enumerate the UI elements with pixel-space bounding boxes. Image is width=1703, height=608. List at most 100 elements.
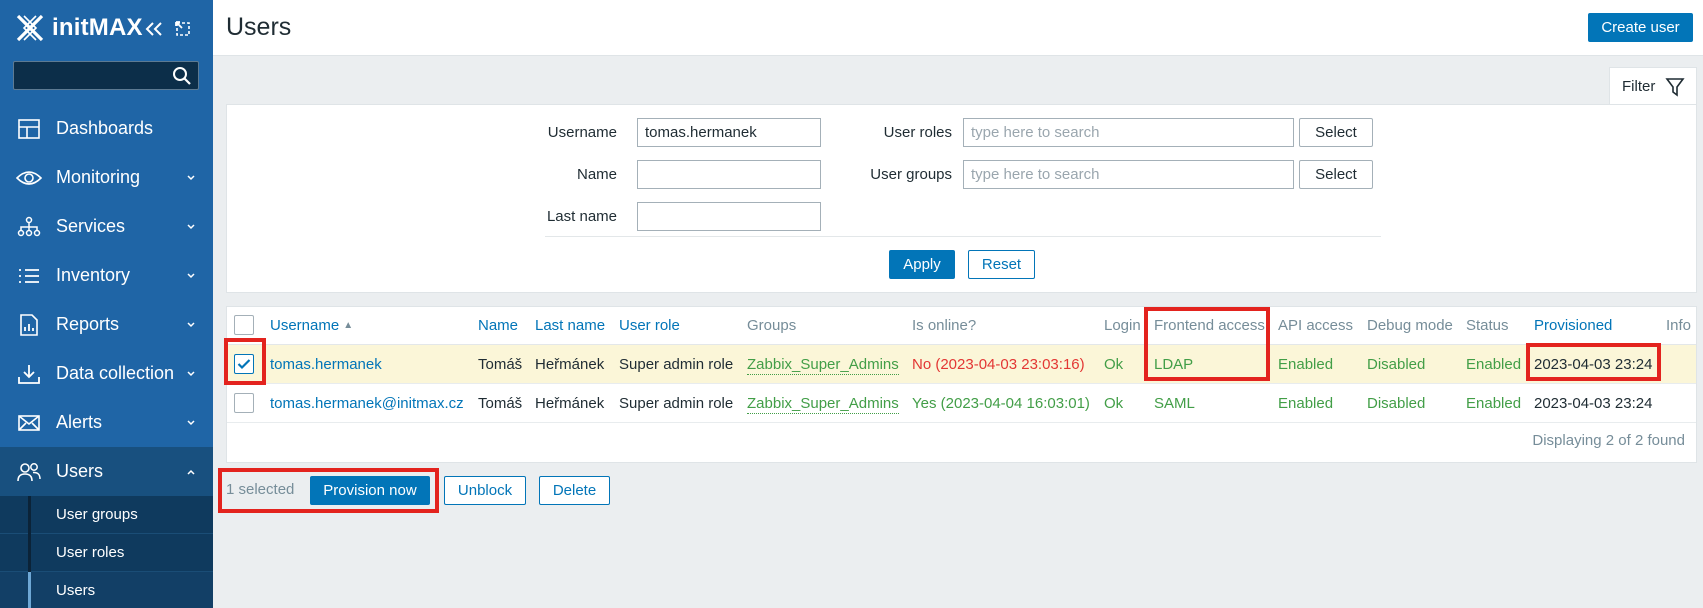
envelope-icon bbox=[15, 409, 43, 437]
status-link[interactable]: Enabled bbox=[1466, 384, 1521, 422]
table-row: tomas.hermanek Tomáš Heřmánek Super admi… bbox=[227, 345, 1696, 384]
name-cell: Tomáš bbox=[478, 394, 523, 412]
subnav-item-users[interactable]: Users bbox=[0, 572, 213, 608]
initmax-logo-icon[interactable] bbox=[14, 12, 46, 44]
download-icon bbox=[15, 360, 43, 388]
column-header-groups: Groups bbox=[747, 317, 797, 334]
result-count: Displaying 2 of 2 found bbox=[1532, 432, 1685, 449]
name-label: Name bbox=[576, 166, 617, 183]
row-checkbox[interactable] bbox=[234, 393, 254, 413]
status-link[interactable]: Enabled bbox=[1466, 345, 1521, 383]
sidebar-search-input[interactable] bbox=[13, 61, 199, 90]
api-access-link[interactable]: Enabled bbox=[1278, 345, 1333, 383]
user-groups-search-input[interactable]: type here to search bbox=[963, 160, 1294, 189]
column-label: Username bbox=[270, 317, 340, 334]
checkmark-icon bbox=[237, 359, 251, 370]
username-link[interactable]: tomas.hermanek@initmax.cz bbox=[270, 384, 464, 422]
subnav-label: User roles bbox=[56, 544, 125, 561]
table-row: tomas.hermanek@initmax.cz Tomáš Heřmánek… bbox=[227, 384, 1696, 423]
filter-tab-label: Filter bbox=[1622, 78, 1656, 95]
subnav-item-user-groups[interactable]: User groups bbox=[0, 496, 213, 534]
selected-count: 1 selected bbox=[226, 481, 295, 498]
column-header-name[interactable]: Name bbox=[478, 307, 518, 344]
user-roles-label: User roles bbox=[883, 124, 952, 141]
column-header-last-name[interactable]: Last name bbox=[535, 307, 605, 344]
delete-button[interactable]: Delete bbox=[539, 476, 610, 505]
chevron-down-icon bbox=[185, 318, 197, 330]
provision-now-button[interactable]: Provision now bbox=[310, 476, 430, 505]
group-link[interactable]: Zabbix_Super_Admins bbox=[747, 355, 899, 375]
apply-button[interactable]: Apply bbox=[889, 250, 955, 279]
subnav-indent-bar bbox=[28, 534, 31, 572]
filter-tab[interactable]: Filter bbox=[1609, 67, 1697, 105]
provisioned-cell: 2023-04-03 23:24 bbox=[1534, 355, 1653, 373]
create-user-button[interactable]: Create user bbox=[1588, 13, 1693, 42]
chevron-down-icon bbox=[185, 171, 197, 183]
nav-item-alerts[interactable]: Alerts bbox=[0, 398, 213, 447]
username-link[interactable]: tomas.hermanek bbox=[270, 345, 382, 383]
nav-label: Data collection bbox=[56, 363, 175, 383]
filter-divider bbox=[545, 236, 1381, 237]
user-role-cell: Super admin role bbox=[619, 394, 734, 412]
login-status-cell: Ok bbox=[1104, 394, 1124, 412]
nav-label: Inventory bbox=[56, 265, 131, 285]
collapse-sidebar-icon[interactable] bbox=[143, 18, 165, 40]
login-status-cell: Ok bbox=[1104, 355, 1124, 373]
nav-item-data-collection[interactable]: Data collection bbox=[0, 349, 213, 398]
user-role-cell: Super admin role bbox=[619, 355, 734, 373]
column-header-user-role[interactable]: User role bbox=[619, 307, 680, 344]
column-header-api-access: API access bbox=[1278, 317, 1354, 334]
nav-label: Services bbox=[56, 216, 126, 236]
nav-item-users[interactable]: Users bbox=[0, 447, 213, 496]
dashboard-icon bbox=[15, 115, 43, 143]
users-subnav: User groups User roles Users bbox=[0, 496, 213, 608]
username-filter-input[interactable]: tomas.hermanek bbox=[637, 118, 821, 147]
nav-item-monitoring[interactable]: Monitoring bbox=[0, 153, 213, 202]
column-header-is-online: Is online? bbox=[912, 317, 977, 334]
kiosk-mode-icon[interactable] bbox=[172, 18, 194, 40]
online-status-cell: No (2023-04-03 23:03:16) bbox=[912, 355, 1085, 373]
filter-icon bbox=[1665, 77, 1685, 97]
reset-button[interactable]: Reset bbox=[968, 250, 1035, 279]
nav-label: Alerts bbox=[56, 412, 103, 432]
api-access-link[interactable]: Enabled bbox=[1278, 384, 1333, 422]
nav-item-dashboards[interactable]: Dashboards bbox=[0, 104, 213, 153]
users-icon bbox=[15, 458, 43, 486]
chevron-up-icon bbox=[185, 465, 197, 477]
select-all-checkbox[interactable] bbox=[234, 315, 254, 335]
column-header-provisioned[interactable]: Provisioned bbox=[1534, 307, 1612, 344]
column-header-username[interactable]: Username ▲ bbox=[270, 307, 353, 344]
last-name-cell: Heřmánek bbox=[535, 394, 605, 412]
user-roles-select-button[interactable]: Select bbox=[1299, 118, 1373, 147]
sort-ascending-icon: ▲ bbox=[343, 320, 354, 331]
brand-name: initMAX bbox=[52, 14, 143, 41]
name-filter-input[interactable] bbox=[637, 160, 821, 189]
user-roles-search-input[interactable]: type here to search bbox=[963, 118, 1294, 147]
provisioned-cell: 2023-04-03 23:24 bbox=[1534, 394, 1653, 412]
sidebar: initMAX Dashboards Monitoring Services I… bbox=[0, 0, 213, 608]
subnav-label: User groups bbox=[56, 506, 138, 523]
debug-mode-link[interactable]: Disabled bbox=[1367, 345, 1425, 383]
nav-label: Users bbox=[56, 461, 104, 481]
username-label: Username bbox=[547, 124, 617, 141]
column-header-login: Login bbox=[1104, 317, 1141, 334]
main-nav: Dashboards Monitoring Services Inventory bbox=[0, 104, 213, 608]
lastname-filter-input[interactable] bbox=[637, 202, 821, 231]
nav-item-inventory[interactable]: Inventory bbox=[0, 251, 213, 300]
page-title: Users bbox=[226, 13, 292, 41]
reports-icon bbox=[15, 311, 43, 339]
unblock-button[interactable]: Unblock bbox=[444, 476, 526, 505]
column-header-info: Info bbox=[1666, 317, 1692, 334]
group-link[interactable]: Zabbix_Super_Admins bbox=[747, 394, 899, 414]
row-checkbox[interactable] bbox=[234, 354, 254, 374]
users-table: Username ▲ Name Last name User role Grou… bbox=[226, 306, 1697, 463]
subnav-item-user-roles[interactable]: User roles bbox=[0, 534, 213, 572]
nav-item-reports[interactable]: Reports bbox=[0, 300, 213, 349]
chevron-down-icon bbox=[185, 367, 197, 379]
debug-mode-link[interactable]: Disabled bbox=[1367, 384, 1425, 422]
eye-icon bbox=[15, 164, 43, 192]
column-header-frontend-access: Frontend access bbox=[1154, 317, 1265, 334]
user-groups-select-button[interactable]: Select bbox=[1299, 160, 1373, 189]
search-icon[interactable] bbox=[172, 66, 192, 86]
nav-item-services[interactable]: Services bbox=[0, 202, 213, 251]
